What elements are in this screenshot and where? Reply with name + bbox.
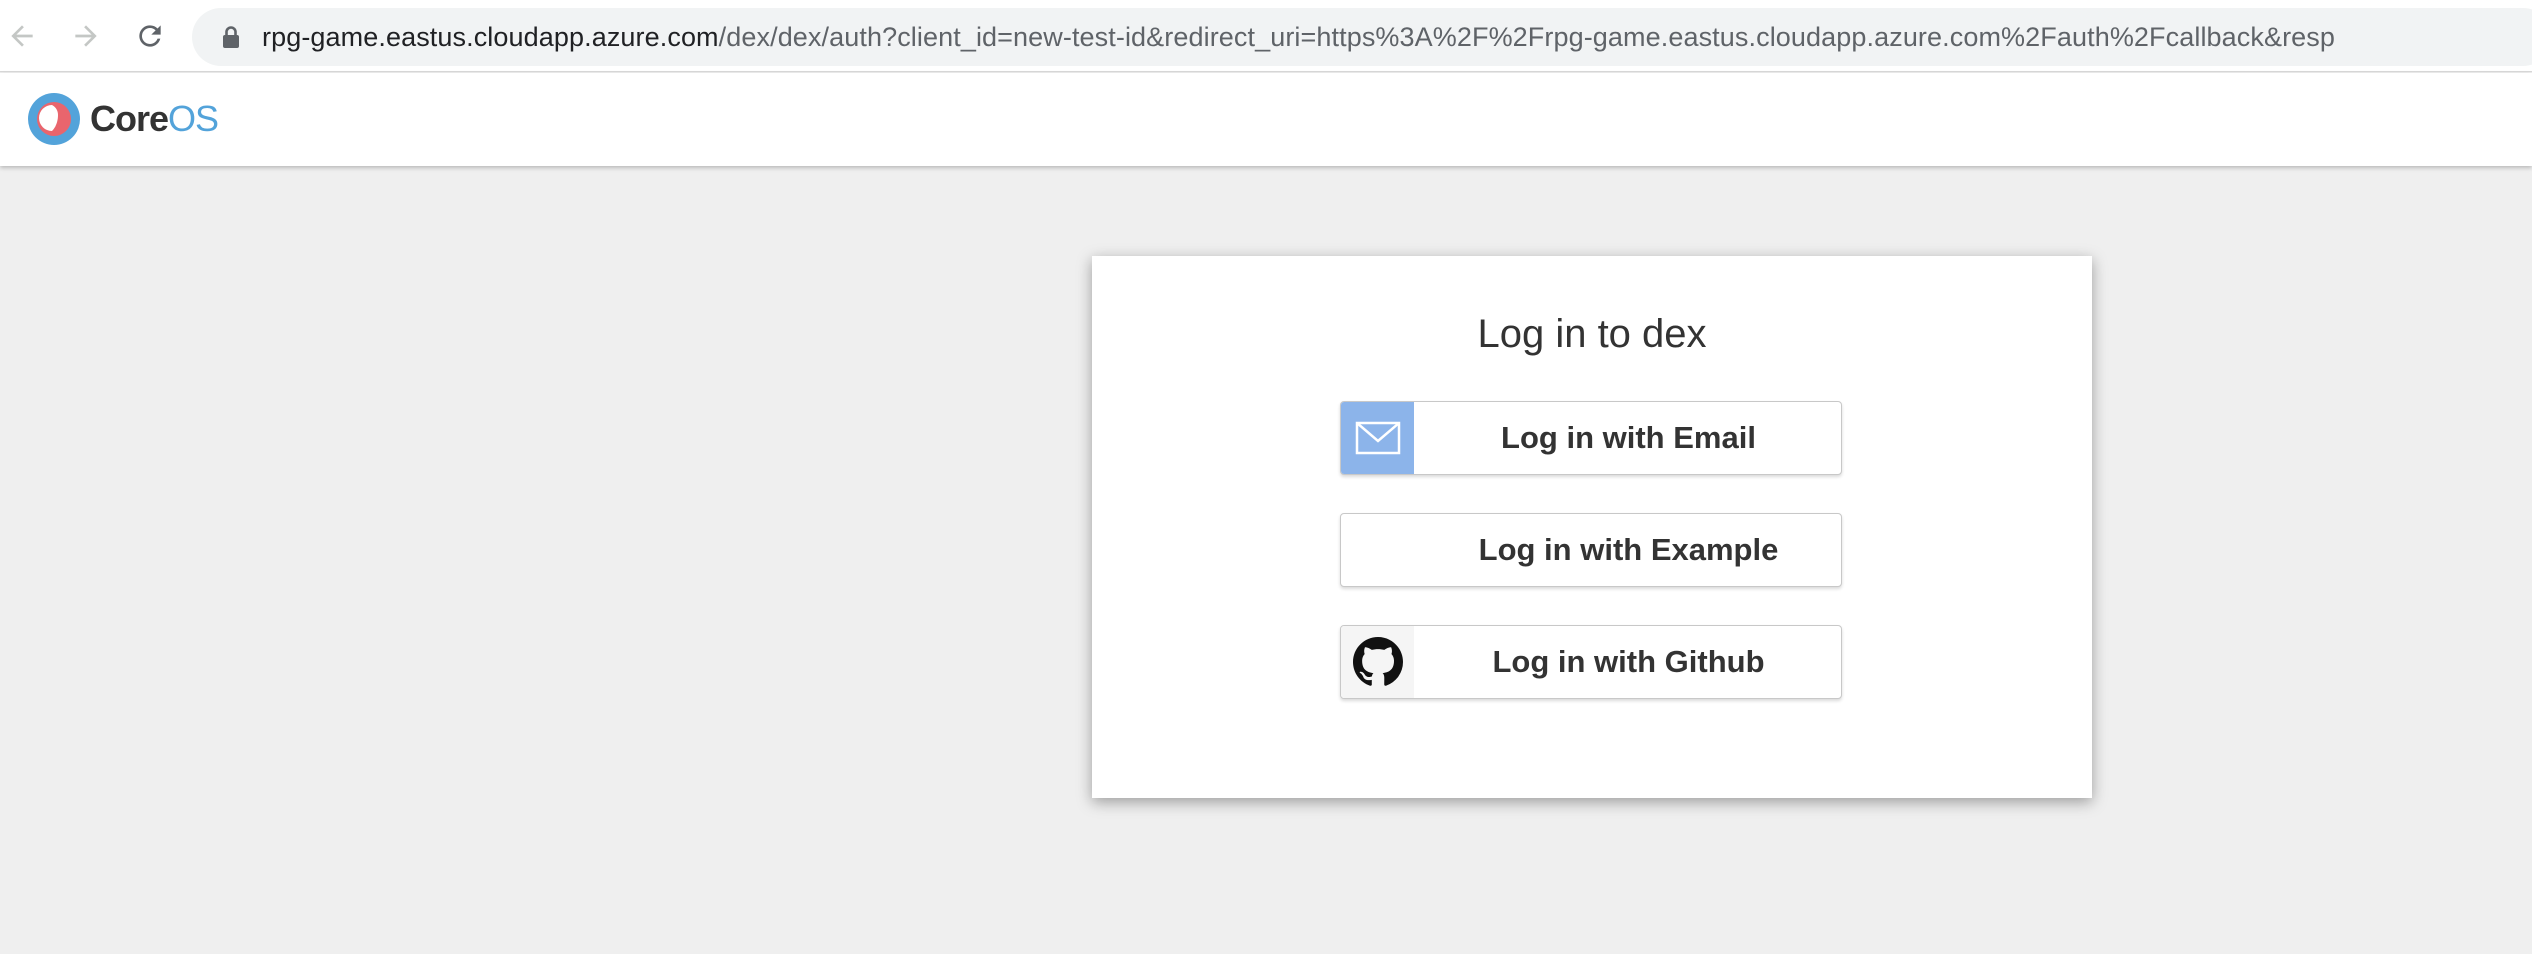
- address-bar[interactable]: rpg-game.eastus.cloudapp.azure.com/dex/d…: [192, 8, 2532, 66]
- page-title: Log in to dex: [1477, 312, 1707, 356]
- url-host: rpg-game.eastus.cloudapp.azure.com: [262, 22, 719, 52]
- lock-icon: [223, 26, 239, 48]
- url-text: rpg-game.eastus.cloudapp.azure.com/dex/d…: [262, 8, 2335, 66]
- logo-core-text: Core: [90, 98, 169, 139]
- login-email-label: Log in with Email: [1501, 420, 1756, 455]
- browser-toolbar: rpg-game.eastus.cloudapp.azure.com/dex/d…: [0, 0, 2532, 72]
- reload-button[interactable]: [128, 14, 172, 58]
- login-github-button[interactable]: Log in with Github: [1340, 625, 1842, 699]
- arrow-left-icon: [11, 25, 33, 47]
- coreos-logo-icon: [28, 93, 80, 145]
- github-icon-wrap: [1341, 626, 1414, 698]
- back-button[interactable]: [0, 14, 44, 58]
- login-card: Log in to dex Log in with Email Log in w…: [1092, 256, 2092, 798]
- arrow-right-icon: [75, 25, 97, 47]
- coreos-logo[interactable]: CoreOS: [28, 93, 219, 145]
- site-header: CoreOS: [0, 73, 2532, 166]
- envelope-icon: [1355, 421, 1400, 455]
- forward-button[interactable]: [64, 14, 108, 58]
- url-path: /dex/dex/auth?client_id=new-test-id&redi…: [718, 22, 2336, 52]
- github-icon: [1352, 637, 1403, 686]
- login-github-label: Log in with Github: [1492, 644, 1765, 679]
- login-email-button[interactable]: Log in with Email: [1340, 401, 1842, 475]
- login-example-button[interactable]: Log in with Example: [1340, 513, 1842, 587]
- reload-icon: [139, 25, 161, 47]
- logo-os-text: OS: [168, 98, 219, 139]
- login-example-label: Log in with Example: [1478, 532, 1779, 567]
- envelope-icon-wrap: [1341, 402, 1414, 474]
